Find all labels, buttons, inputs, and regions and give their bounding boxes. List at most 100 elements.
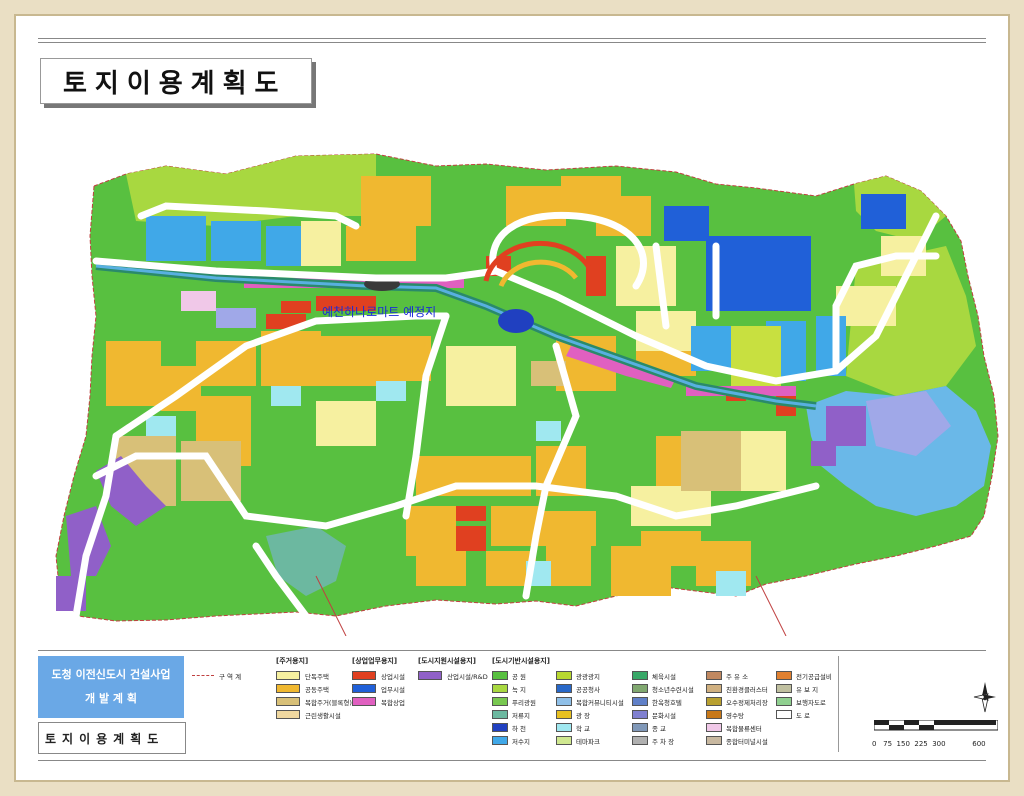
bottom-rule xyxy=(38,760,986,761)
legend-swatch-icon xyxy=(706,736,722,745)
legend-swatch-icon xyxy=(492,723,508,732)
legend-divider xyxy=(838,656,839,752)
legend-label: 체육시설 xyxy=(652,672,676,681)
legend-label: 종 교 xyxy=(652,724,667,733)
legend-label: 종합터미널시설 xyxy=(726,737,768,746)
legend-swatch-icon xyxy=(418,671,442,680)
business-ne xyxy=(861,194,906,229)
legend-label: 산업시설/R&D xyxy=(447,672,488,681)
railway xyxy=(755,575,787,636)
legend-label: 단독주택 xyxy=(305,672,329,681)
project-panel-header: 도청 이전신도시 건설사업 개 발 계 획 xyxy=(38,656,184,718)
mixed-commercial xyxy=(181,291,216,311)
legend-label: 광광광지 xyxy=(576,672,600,681)
legend-label: 청소년수련시설 xyxy=(652,685,694,694)
legend-swatch-icon xyxy=(276,684,300,693)
legend-item-i1-1: 녹 지 xyxy=(492,683,536,694)
legend-label: 공동주택 xyxy=(305,685,329,694)
legend-label: 저수지 xyxy=(512,737,530,746)
legend-item-com-0: 상업시설 xyxy=(352,670,405,681)
legend-swatch-icon xyxy=(492,710,508,719)
scale-label-150: 150 xyxy=(896,740,910,748)
business-n xyxy=(664,206,709,241)
legend-label: 오수정제처리장 xyxy=(726,698,768,707)
legend-swatch-icon xyxy=(776,697,792,706)
legend-swatch-icon xyxy=(556,684,572,693)
legend-label: 광 장 xyxy=(576,711,591,720)
legend-label: 테마파크 xyxy=(576,737,600,746)
legend-swatch-icon xyxy=(632,736,648,745)
legend-item-i5-3: 도 로 xyxy=(776,709,832,720)
legend-item-i3-4: 종 교 xyxy=(632,722,694,733)
legend-label: 영수탕 xyxy=(726,711,744,720)
scale-label-75: 75 xyxy=(883,740,893,748)
project-name: 도청 이전신도시 건설사업 xyxy=(51,668,171,681)
legend-item-i5-2: 보행자도로 xyxy=(776,696,832,707)
commercial-heading: [상업업무용지] xyxy=(352,657,398,665)
legend-label: 주 차 장 xyxy=(652,737,675,746)
business-large xyxy=(706,236,811,311)
infra-heading: [도시기반시설용지] xyxy=(492,657,550,665)
legend-item-i5-0: 전기공급설비 xyxy=(776,670,832,681)
legend-label: 학 교 xyxy=(576,724,591,733)
legend-swatch-icon xyxy=(492,671,508,680)
legend-label: 상업시설 xyxy=(381,672,405,681)
legend-swatch-icon xyxy=(352,684,376,693)
legend-label: 친환경클러스터 xyxy=(726,685,768,694)
legend-item-i2-4: 학 교 xyxy=(556,722,624,733)
legend-item-i2-5: 테마파크 xyxy=(556,735,624,746)
boundary-label: 구 역 계 xyxy=(219,672,242,681)
legend-item-i4-5: 종합터미널시설 xyxy=(706,735,768,746)
legend-swatch-icon xyxy=(492,697,508,706)
project-panel-title: 토지이용계획도 xyxy=(45,731,165,746)
legend-swatch-icon xyxy=(492,684,508,693)
land-use-map xyxy=(55,153,999,636)
project-panel-footer: 토지이용계획도 xyxy=(38,722,186,754)
legend-swatch-icon xyxy=(632,697,648,706)
legend-item-res-2: 복합주거(블록형) xyxy=(276,696,352,707)
map-sheet: 토지이용계획도 예천하나로마트 예정지 도청 이전신도시 건설사업 개 발 계 … xyxy=(16,16,1008,780)
legend-label: 복합커뮤니티시설 xyxy=(576,698,624,707)
legend-label: 저류지 xyxy=(512,711,530,720)
legend-swatch-icon xyxy=(276,710,300,719)
legend-swatch-icon xyxy=(632,710,648,719)
legend-item-res-1: 공동주택 xyxy=(276,683,352,694)
legend-swatch-icon xyxy=(706,710,722,719)
legend-swatch-icon xyxy=(776,671,792,680)
legend-item-i3-1: 청소년수련시설 xyxy=(632,683,694,694)
legend-swatch-icon xyxy=(706,671,722,680)
pond xyxy=(498,309,534,333)
legend-label: 한옥청호텔 xyxy=(652,698,682,707)
legend-label: 주 유 소 xyxy=(726,672,749,681)
legend-rule xyxy=(38,650,986,651)
legend-residential: [주거용지] 단독주택 공동주택 복합주거(블록형) 근린생활시설 xyxy=(276,656,352,722)
residential-heading: [주거용지] xyxy=(276,657,309,665)
legend-commercial: [상업업무용지] 상업시설업무시설복합상업 xyxy=(352,656,405,709)
legend-label: 도 로 xyxy=(796,711,811,720)
legend-item-i3-3: 문화시설 xyxy=(632,709,694,720)
legend-item-i4-4: 복합물류센터 xyxy=(706,722,768,733)
scale-label-0: 0 xyxy=(872,740,877,748)
legend-item-i5-1: 유 보 지 xyxy=(776,683,832,694)
legend-item-i3-0: 체육시설 xyxy=(632,670,694,681)
legend-label: 복합물류센터 xyxy=(726,724,762,733)
legend-item-com-2: 복합상업 xyxy=(352,696,405,707)
legend-swatch-icon xyxy=(776,710,792,719)
legend-swatch-icon xyxy=(556,736,572,745)
legend-swatch-icon xyxy=(706,684,722,693)
legend-swatch-icon xyxy=(276,697,300,706)
legend-item-i2-3: 광 장 xyxy=(556,709,624,720)
boundary-line-icon xyxy=(192,675,214,676)
legend-label: 보행자도로 xyxy=(796,698,826,707)
legend-swatch-icon xyxy=(352,671,376,680)
legend-item-i2-2: 복합커뮤니티시설 xyxy=(556,696,624,707)
legend-swatch-icon xyxy=(556,710,572,719)
legend-item-com-1: 업무시설 xyxy=(352,683,405,694)
legend-infra: [도시기반시설용지] 공 원녹 지 푸리광원 저류지 하 천 저수지 광광광지 공공청사 복… xyxy=(492,656,832,746)
scale-label-300: 300 xyxy=(932,740,946,748)
legend-swatch-icon xyxy=(706,723,722,732)
legend-item-i4-3: 영수탕 xyxy=(706,709,768,720)
legend-swatch-icon xyxy=(492,736,508,745)
legend-swatch-icon xyxy=(632,671,648,680)
legend-label: 푸리광원 xyxy=(512,698,536,707)
